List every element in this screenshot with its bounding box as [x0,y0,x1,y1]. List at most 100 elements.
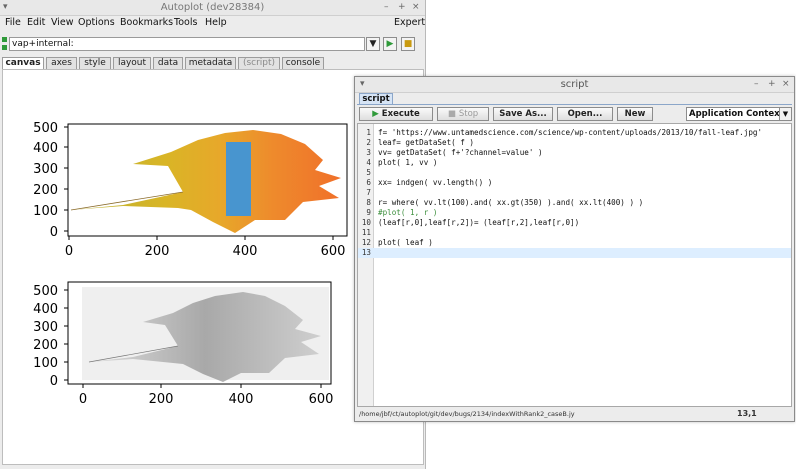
top-y-tick-label: 200 [33,183,58,198]
save-as-button[interactable]: Save As... [493,107,553,121]
bottom-x-tick-label: 600 [309,392,334,407]
tab-layout[interactable]: layout [113,57,151,69]
expert-menu[interactable]: Expert [394,17,425,28]
stop-icon: ■ [447,109,456,119]
browse-button[interactable]: ■ [401,37,415,51]
code-editor[interactable]: 1 f= 'https://www.untamedscience.com/scie… [357,123,792,407]
top-x-tick-label: 0 [65,244,73,259]
top-y-tick-label: 100 [33,204,58,219]
menu-file[interactable]: File [5,17,21,28]
address-dropdown-button[interactable]: ▼ [366,37,380,51]
top-x-tick-label: 600 [321,244,346,259]
bottom-x-tick-label: 400 [229,392,254,407]
execute-label: Execute [381,109,420,119]
menu-options[interactable]: Options [78,17,115,28]
stop-button[interactable]: ■ Stop [437,107,489,121]
tab-canvas[interactable]: canvas [2,57,44,69]
maximize-icon[interactable]: + [398,2,406,12]
minimize-icon[interactable]: – [384,2,389,12]
bottom-plot[interactable]: 500 400 300 200 100 0 0 200 400 600 [33,281,334,407]
play-icon: ▶ [386,39,394,49]
top-y-axis: 500 400 300 200 100 0 [33,121,68,240]
tab-data[interactable]: data [153,57,183,69]
tab-metadata[interactable]: metadata [185,57,236,69]
script-window-title: script [560,79,589,90]
execute-button[interactable]: ▶ Execute [359,107,433,121]
code-text: vv= getDataSet( f+'?channel=value' ) [378,148,543,157]
line-number: 4 [366,158,371,167]
play-icon: ▶ [372,109,379,119]
swapped-channel-band [226,142,251,216]
bottom-y-tick-label: 100 [33,356,58,371]
minimize-icon[interactable]: – [754,79,759,89]
bottom-y-tick-label: 200 [33,338,58,353]
chevron-down-icon: ▼ [369,39,377,49]
bottom-y-tick-label: 0 [50,374,58,389]
folder-icon: ■ [403,39,413,49]
main-title-bar[interactable]: ▾ Autoplot (dev28384) – + × [0,0,425,16]
go-button[interactable]: ▶ [383,37,397,51]
code-text: xx= indgen( vv.length() ) [378,178,493,187]
script-window: ▾ script – + × script ▶ Execute ■ Stop Sav… [354,76,795,422]
line-number: 5 [366,168,371,177]
tab-script-editor[interactable]: script [359,93,393,104]
line-number: 12 [361,238,371,247]
new-button[interactable]: New [617,107,653,121]
top-plot[interactable]: 500 400 300 200 100 0 0 200 400 600 [33,121,348,259]
context-select-value: Application Context [689,109,784,119]
line-number: 6 [366,178,371,187]
line-number: 10 [361,218,371,227]
bottom-y-axis: 500 400 300 200 100 0 [33,284,68,389]
line-number: 13 [361,248,371,257]
bottom-x-tick-label: 0 [79,392,87,407]
top-y-tick-label: 400 [33,141,58,156]
main-window-title: Autoplot (dev28384) [160,2,265,13]
top-x-tick-label: 200 [145,244,170,259]
bottom-y-tick-label: 300 [33,320,58,335]
stop-label: Stop [458,109,479,119]
status-bar: /home/jbf/ct/autoplot/git/dev/bugs/2134/… [357,408,792,420]
context-select[interactable]: Application Context ▼ [686,107,792,121]
line-number: 7 [366,188,371,197]
code-text: plot( 1, vv ) [378,158,438,167]
script-title-bar[interactable]: ▾ script – + × [355,77,794,93]
close-icon[interactable]: × [412,2,420,12]
tab-console[interactable]: console [282,57,324,69]
top-y-tick-label: 500 [33,121,58,136]
menu-bar: File Edit View Options Bookmarks Tools H… [0,16,425,30]
data-source-input[interactable]: vap+internal: [9,37,365,51]
line-number: 3 [366,148,371,157]
code-text: (leaf[r,0],leaf[r,2])= (leaf[r,2],leaf[r… [378,218,580,227]
line-number: 8 [366,198,371,207]
cursor-position: 13,1 [737,409,757,418]
tab-style[interactable]: style [79,57,111,69]
line-number: 11 [361,228,371,237]
bottom-y-tick-label: 400 [33,302,58,317]
top-x-axis: 0 200 400 600 [65,236,346,259]
menu-view[interactable]: View [51,17,74,28]
tab-script[interactable]: (script) [238,57,280,69]
menu-bookmarks[interactable]: Bookmarks [120,17,173,28]
code-text: leaf= getDataSet( f ) [378,138,475,147]
maximize-icon[interactable]: + [768,79,776,89]
code-text: f= 'https://www.untamedscience.com/scien… [378,128,763,137]
code-text: #plot( 1, r ) [378,208,438,217]
code-text: r= where( vv.lt(100).and( xx.gt(350) ).a… [378,198,644,207]
tab-axes[interactable]: axes [46,57,77,69]
menu-edit[interactable]: Edit [27,17,45,28]
code-line[interactable]: 13 [358,248,791,258]
bottom-x-tick-label: 200 [149,392,174,407]
top-x-tick-label: 400 [233,244,258,259]
bottom-y-tick-label: 500 [33,284,58,299]
data-source-green-icon [2,37,7,42]
menu-help[interactable]: Help [205,17,227,28]
bottom-x-axis: 0 200 400 600 [79,384,334,407]
close-icon[interactable]: × [782,79,790,89]
open-button[interactable]: Open... [557,107,613,121]
tab-underline [357,104,792,105]
menu-tools[interactable]: Tools [174,17,197,28]
data-source-green-icon-2 [2,45,7,50]
chevron-down-icon: ▼ [779,108,791,120]
top-y-tick-label: 0 [50,225,58,240]
script-file-path: /home/jbf/ct/autoplot/git/dev/bugs/2134/… [359,410,575,418]
